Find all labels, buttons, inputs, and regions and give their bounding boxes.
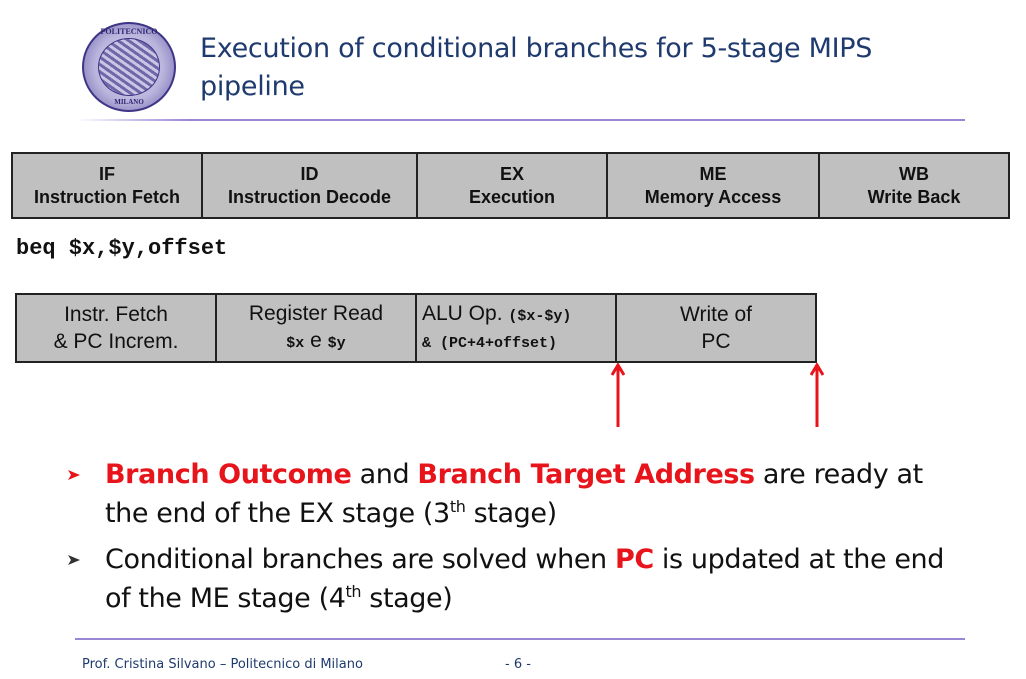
op-line: ALU Op. ($x-$y) [422,300,571,330]
slide-title: Execution of conditional branches for 5-… [200,33,873,102]
end-of-me-arrow-icon [810,363,824,427]
op-write-pc: Write of PC [617,295,815,361]
stage-id: ID Instruction Decode [203,154,418,217]
footer-rule [75,638,965,640]
op-conj: e [304,328,328,352]
pipeline-stages-table: IF Instruction Fetch ID Instruction Deco… [11,152,1010,219]
bullet-item: Branch Outcome and Branch Target Address… [68,455,968,533]
op-line: Write of [680,303,752,326]
highlight-pc: PC [614,544,654,575]
op-register-read: Register Read $x e $y [217,295,417,361]
ordinal-suffix: th [449,497,466,516]
branch-instruction: beq $x,$y,offset [16,236,228,261]
stage-ex: EX Execution [418,154,608,217]
op-line: PC [701,330,731,353]
politecnico-logo: POLITECNICO MILANO [82,22,176,112]
stage-name: Execution [468,186,556,207]
ordinal-suffix: th [345,582,362,601]
alu-compare: ($x-$y) [508,307,572,325]
branch-operations-table: Instr. Fetch & PC Increm. Register Read … [15,293,817,363]
stage-name: Write Back [867,186,961,207]
op-line: Register Read [248,301,384,325]
op-line: & PC Increm. [53,330,179,353]
highlight-branch-outcome: Branch Outcome [105,459,352,490]
stage-name: Instruction Decode [227,186,392,207]
title-rule-fade [75,119,190,121]
footer-author: Prof. Cristina Silvano – Politecnico di … [82,657,363,672]
stage-abbr: IF [99,163,115,184]
alu-target: & (PC+4+offset) [422,334,558,352]
alu-label: ALU Op. [422,301,509,325]
arrowhead-bullet-icon [68,470,80,480]
reg-x: $x [286,334,305,352]
title-rule [190,119,965,121]
logo-top-text: POLITECNICO [100,27,158,36]
page-number: - 6 - [505,657,531,672]
stage-wb: WB Write Back [820,154,1008,217]
stage-if: IF Instruction Fetch [13,154,203,217]
highlight-branch-target: Branch Target Address [417,459,755,490]
op-alu: ALU Op. ($x-$y) & (PC+4+offset) [417,295,617,361]
op-line: $x e $y [286,327,345,357]
stage-name: Memory Access [644,186,782,207]
stage-name: Instruction Fetch [33,186,180,207]
bullet-text: stage) [361,583,453,614]
bullet-text: and [351,459,418,490]
logo-emblem [98,38,160,96]
end-of-ex-arrow-icon [611,363,625,427]
op-line: Instr. Fetch [64,303,168,326]
logo-bottom-text: MILANO [114,98,144,106]
stage-abbr: EX [499,163,524,184]
op-fetch: Instr. Fetch & PC Increm. [17,295,217,361]
stage-abbr: ME [699,163,727,184]
reg-y: $y [327,334,346,352]
bullet-text: stage) [465,498,557,529]
stage-me: ME Memory Access [608,154,820,217]
arrowhead-bullet-icon [68,555,80,565]
bullet-text: Conditional branches are solved when [105,544,615,575]
bullet-list: Branch Outcome and Branch Target Address… [68,455,968,625]
bullet-item: Conditional branches are solved when PC … [68,540,968,618]
stage-abbr: ID [300,163,319,184]
stage-abbr: WB [899,163,929,184]
